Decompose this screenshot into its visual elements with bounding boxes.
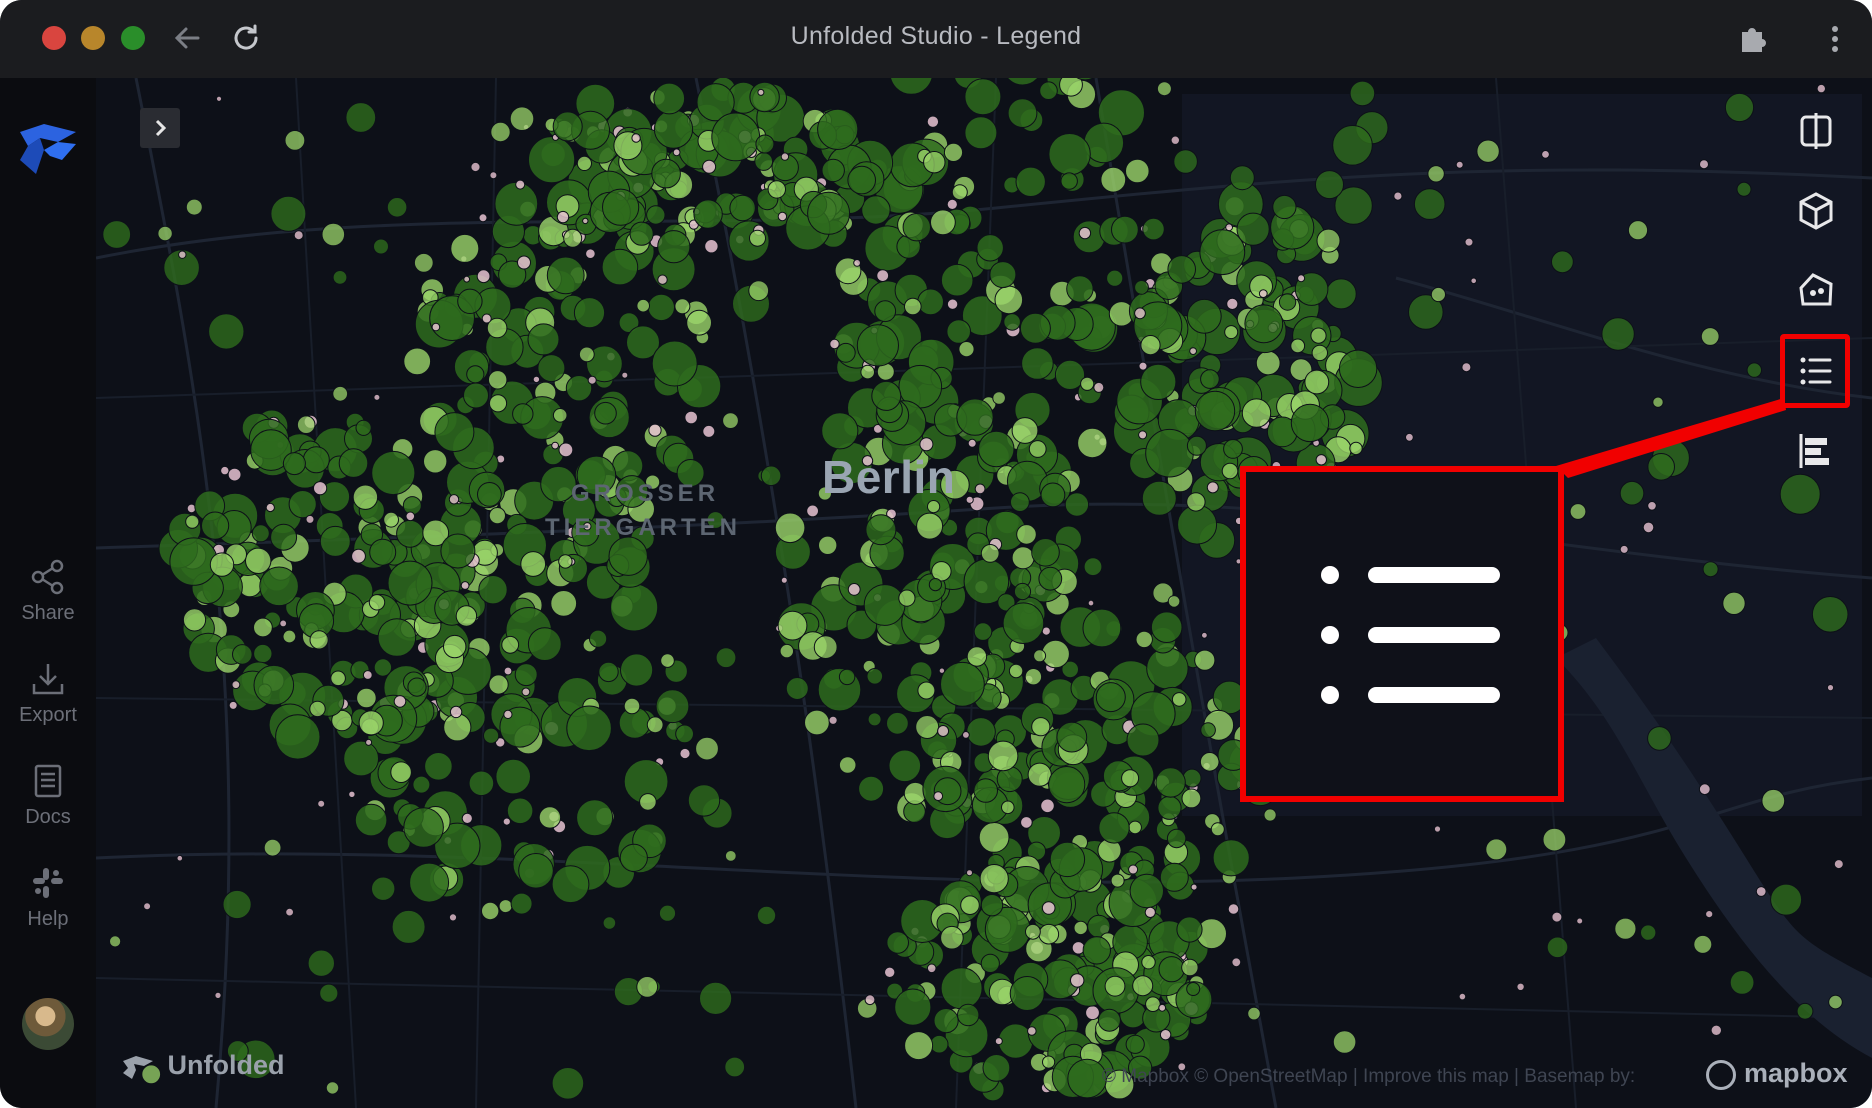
callout-connector [1556,398,1786,478]
legend-icon-zoom-callout [1240,466,1564,802]
app-window: Unfolded Studio - Legend Share Export Do… [0,0,1872,1108]
legend-icon-zoomed [1321,566,1500,704]
